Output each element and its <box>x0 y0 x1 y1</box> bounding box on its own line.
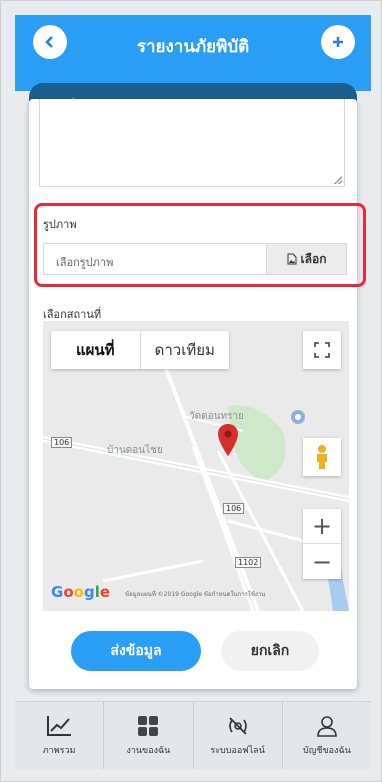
nav-label-overview: ภาพรวม <box>42 745 76 756</box>
nav-label-account: บัญชีของฉัน <box>303 745 351 756</box>
road-sign-106-b: 106 <box>223 503 245 514</box>
photo-file-input[interactable]: เลือกรูปภาพ เลือก <box>43 243 347 275</box>
choose-photo-button[interactable]: เลือก <box>266 244 346 274</box>
tab-map[interactable]: แผนที่ <box>51 331 141 369</box>
road-sign-1102: 1102 <box>235 557 262 568</box>
zoom-control: + − <box>303 509 341 579</box>
user-icon <box>317 715 337 737</box>
resize-handle-icon[interactable] <box>334 176 342 184</box>
detail-textarea[interactable] <box>39 99 345 187</box>
page-title: รายงานภัยพิบัติ <box>136 37 250 57</box>
fullscreen-button[interactable] <box>303 331 341 369</box>
street-view-button[interactable] <box>303 438 341 476</box>
choose-photo-label: เลือก <box>300 251 327 266</box>
map-label-temple: วัดดอนทราย <box>189 411 244 422</box>
offline-icon <box>228 716 247 735</box>
cancel-button[interactable]: ยกเลิก <box>221 631 319 671</box>
fullscreen-icon <box>314 342 330 358</box>
map-label-village: บ้านดอนไชย <box>107 445 163 456</box>
pegman-icon <box>317 445 327 469</box>
add-button[interactable] <box>321 25 355 59</box>
nav-label-my-tasks: งานของฉัน <box>126 745 171 756</box>
road-sign-106-a: 106 <box>51 437 73 448</box>
bottom-nav: ภาพรวม งานของฉัน ระบบออฟไลน์ บัญชีของฉัน <box>15 701 371 769</box>
map-attribution[interactable]: ข้อมูลแผนที่ ©2019 Google ข้อกำหนดในการใ… <box>125 589 265 599</box>
photo-placeholder: เลือกรูปภาพ <box>56 256 114 269</box>
photo-label: รูปภาพ <box>43 218 77 231</box>
header: รายงานภัยพิบัติ <box>15 15 371 91</box>
plus-icon <box>333 37 343 47</box>
zoom-in-button[interactable]: + <box>303 509 341 544</box>
tab-satellite[interactable]: ดาวเทียม <box>141 331 230 369</box>
app-frame: รายงานภัยพิบัติ ประจำมาน รูปภาพ เลือกรูป… <box>0 0 382 782</box>
send-button[interactable]: ส่งข้อมูล <box>71 631 201 671</box>
report-modal: รูปภาพ เลือกรูปภาพ เลือก เลือกสถานที่ แผ… <box>29 99 366 689</box>
nav-label-offline: ระบบออฟไลน์ <box>210 745 265 756</box>
chart-icon <box>47 715 72 736</box>
google-logo: Google <box>51 583 111 601</box>
location-pin-icon[interactable] <box>217 423 239 457</box>
grid-icon <box>138 715 159 736</box>
image-file-icon <box>287 253 297 265</box>
nav-item-my-tasks[interactable]: งานของฉัน <box>104 702 194 769</box>
nav-item-account[interactable]: บัญชีของฉัน <box>283 702 371 769</box>
nav-item-overview[interactable]: ภาพรวม <box>15 702 105 769</box>
nav-item-offline[interactable]: ระบบออฟไลน์ <box>194 702 283 769</box>
zoom-out-button[interactable]: − <box>303 544 341 579</box>
map-type-tabs: แผนที่ ดาวเทียม <box>51 331 229 369</box>
location-map[interactable]: แผนที่ ดาวเทียม วัดดอนทราย บ้านดอนไชย 10… <box>43 321 349 611</box>
